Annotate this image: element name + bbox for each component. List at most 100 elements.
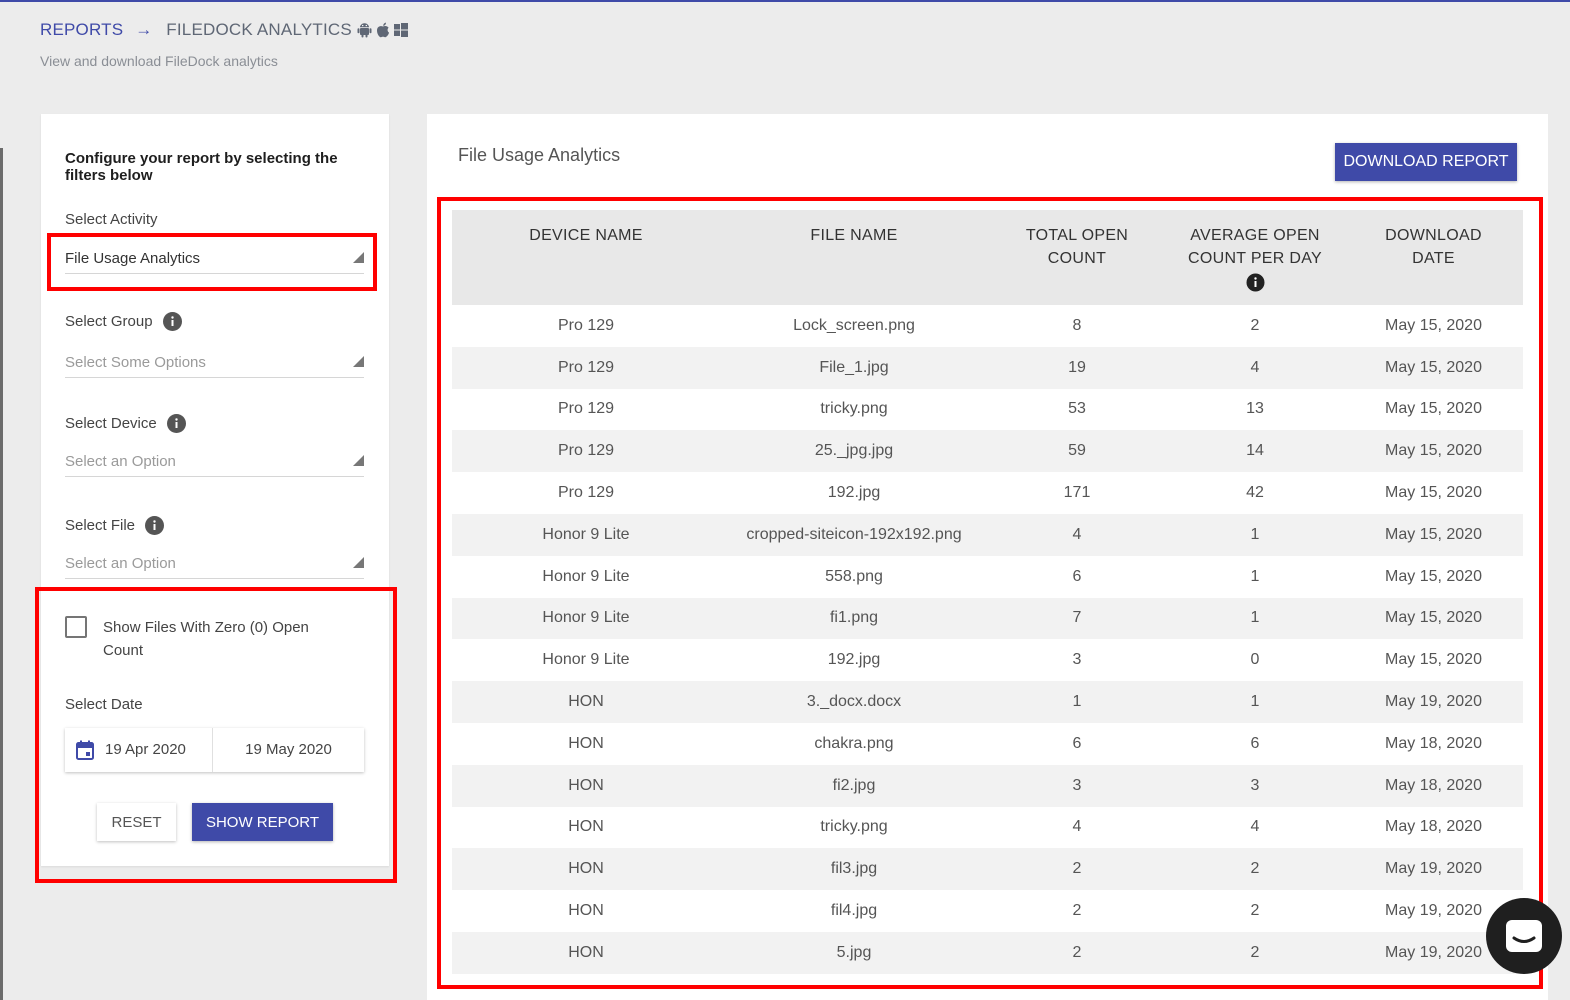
date-range-picker[interactable]: 19 Apr 2020 19 May 2020 [65,728,364,772]
download-date-cell: May 15, 2020 [1344,555,1523,598]
file-name-cell: Lock_screen.png [720,305,988,347]
info-icon[interactable] [145,516,165,535]
total-open-count-cell: 2 [988,890,1166,932]
download-date-cell: May 15, 2020 [1344,513,1523,556]
calendar-icon[interactable] [65,740,105,760]
average-open-count-cell: 14 [1166,430,1344,473]
activity-select-value: File Usage Analytics [65,250,201,267]
device-name-cell: Pro 129 [452,472,720,514]
table-row: Pro 129 Lock_screen.png 8 2 May 15, 2020 [452,305,1523,347]
table-row: HON 3._docx.docx 1 1 May 19, 2020 [452,681,1523,723]
average-open-count-cell: 1 [1166,513,1344,556]
table-row: Pro 129 192.jpg 171 42 May 15, 2020 [452,472,1523,514]
total-open-count-cell: 6 [988,555,1166,598]
average-open-count-cell: 2 [1166,890,1344,932]
file-select[interactable]: Select an Option [65,549,364,579]
chat-widget-button[interactable] [1486,898,1562,974]
table-row: HON tricky.png 4 4 May 18, 2020 [452,806,1523,849]
download-report-button[interactable]: DOWNLOAD REPORT [1335,143,1517,181]
total-open-count-cell: 53 [988,388,1166,431]
file-name-cell: File_1.jpg [720,346,988,389]
device-name-cell: Pro 129 [452,388,720,431]
column-header-file-name[interactable]: FILE NAME [720,210,988,305]
dropdown-arrow-icon [353,455,364,466]
info-icon[interactable] [166,414,186,433]
device-name-cell: HON [452,722,720,765]
device-select[interactable]: Select an Option [65,447,364,477]
download-date-cell: May 15, 2020 [1344,639,1523,682]
total-open-count-cell: 4 [988,513,1166,556]
table-row: HON fi2.jpg 3 3 May 18, 2020 [452,764,1523,807]
chat-icon [1506,920,1542,952]
filter-panel: Configure your report by selecting the f… [41,114,389,866]
apple-icon [376,22,389,38]
table-row: Honor 9 Lite 558.png 6 1 May 15, 2020 [452,555,1523,598]
zero-open-checkbox[interactable] [65,616,87,638]
average-open-count-cell: 2 [1166,848,1344,891]
total-open-count-cell: 1 [988,681,1166,723]
file-name-cell: fi2.jpg [720,764,988,807]
left-edge-bar [0,148,3,1000]
device-name-cell: Honor 9 Lite [452,513,720,556]
device-name-cell: HON [452,931,720,974]
file-label: Select File [65,516,165,535]
column-header-total-open-count[interactable]: TOTAL OPEN COUNT [988,210,1166,305]
info-icon[interactable] [162,312,182,331]
activity-select[interactable]: File Usage Analytics [65,244,364,274]
filter-intro-text: Configure your report by selecting the f… [65,150,338,184]
file-name-cell: fil4.jpg [720,890,988,932]
activity-label-text: Select Activity [65,211,158,228]
file-name-cell: 558.png [720,555,988,598]
table-row: HON fil4.jpg 2 2 May 19, 2020 [452,890,1523,932]
report-panel: File Usage Analytics DOWNLOAD REPORT DEV… [427,114,1548,1000]
total-open-count-cell: 2 [988,931,1166,974]
total-open-count-cell: 171 [988,472,1166,514]
file-name-cell: tricky.png [720,388,988,431]
table-row: HON fil3.jpg 2 2 May 19, 2020 [452,848,1523,891]
column-header-device-name[interactable]: DEVICE NAME [452,210,720,305]
show-report-button[interactable]: SHOW REPORT [192,803,333,841]
device-select-placeholder: Select an Option [65,453,176,470]
breadcrumb-arrow-icon: → [135,20,153,39]
download-date-cell: May 19, 2020 [1344,848,1523,891]
reset-button[interactable]: RESET [97,803,176,841]
column-header-download-date[interactable]: DOWNLOAD DATE [1344,210,1523,305]
download-date-cell: May 15, 2020 [1344,305,1523,347]
table-row: Pro 129 tricky.png 53 13 May 15, 2020 [452,388,1523,431]
top-accent-line [0,0,1570,2]
file-name-cell: 192.jpg [720,639,988,682]
file-select-placeholder: Select an Option [65,555,176,572]
zero-open-checkbox-label[interactable]: Show Files With Zero (0) Open Count [103,616,343,662]
table-row: Honor 9 Lite 192.jpg 3 0 May 15, 2020 [452,639,1523,682]
dropdown-arrow-icon [353,557,364,568]
table-row: HON 5.jpg 2 2 May 19, 2020 [452,931,1523,974]
download-date-cell: May 18, 2020 [1344,722,1523,765]
average-open-count-cell: 2 [1166,931,1344,974]
dropdown-arrow-icon [353,252,364,263]
device-name-cell: HON [452,806,720,849]
download-date-cell: May 15, 2020 [1344,388,1523,431]
windows-icon [393,23,408,37]
dropdown-arrow-icon [353,356,364,367]
date-to-input[interactable]: 19 May 2020 [213,728,364,772]
average-open-count-cell: 1 [1166,555,1344,598]
total-open-count-cell: 19 [988,346,1166,389]
column-header-average-open-count[interactable]: AVERAGE OPEN COUNT PER DAY [1166,210,1344,305]
download-date-cell: May 19, 2020 [1344,681,1523,723]
android-icon [357,23,372,38]
analytics-table-container[interactable]: DEVICE NAME FILE NAME TOTAL OPEN COUNT A… [452,210,1523,1000]
device-name-cell: HON [452,848,720,891]
device-name-cell: Pro 129 [452,346,720,389]
total-open-count-cell: 3 [988,764,1166,807]
total-open-count-cell: 4 [988,806,1166,849]
analytics-table: DEVICE NAME FILE NAME TOTAL OPEN COUNT A… [452,210,1523,974]
info-icon[interactable] [1246,273,1265,292]
date-from-input[interactable]: 19 Apr 2020 [105,728,213,772]
average-open-count-cell: 6 [1166,722,1344,765]
group-select[interactable]: Select Some Options [65,348,364,378]
page-header: REPORTS → FILEDOCK ANALYTICS View and do… [40,18,408,69]
file-name-cell: tricky.png [720,806,988,849]
file-name-cell: fil3.jpg [720,848,988,891]
average-open-count-cell: 4 [1166,346,1344,389]
breadcrumb-reports-link[interactable]: REPORTS [40,20,123,40]
